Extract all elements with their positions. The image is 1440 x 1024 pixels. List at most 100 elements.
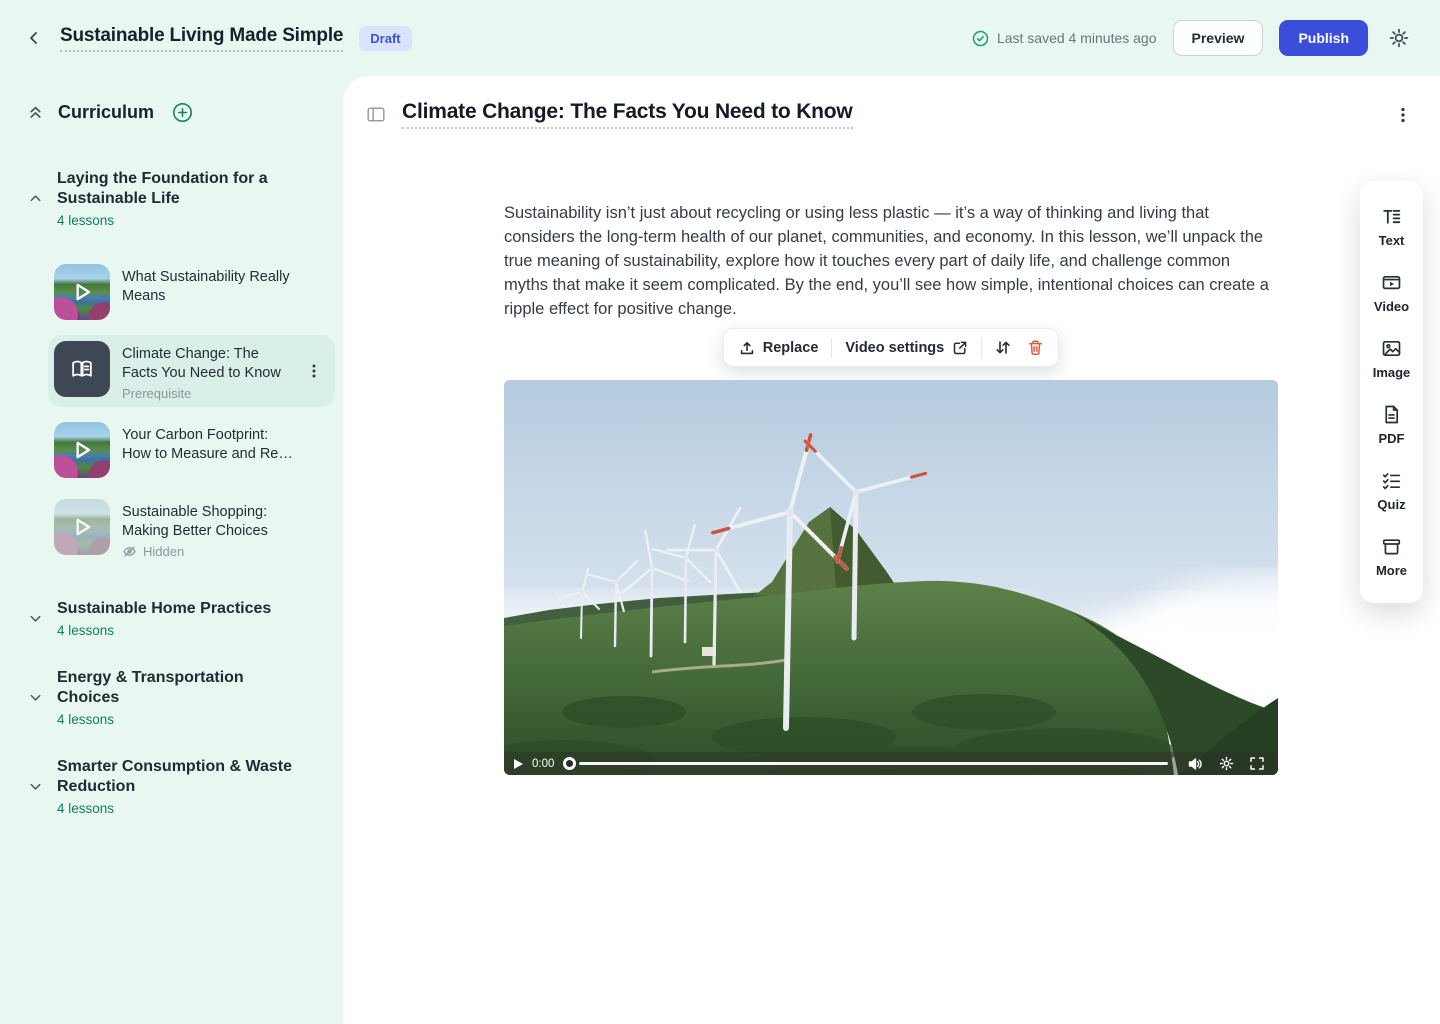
add-section-button[interactable] — [168, 98, 197, 127]
course-title[interactable]: Sustainable Living Made Simple — [60, 25, 343, 52]
trash-icon — [1027, 339, 1044, 356]
lesson-paragraph[interactable]: Sustainability isn’t just about recyclin… — [504, 201, 1278, 321]
lesson-hidden-row: Hidden — [122, 544, 329, 559]
text-icon — [1381, 206, 1402, 227]
palette-label: Image — [1373, 365, 1411, 380]
lesson-title-heading[interactable]: Climate Change: The Facts You Need to Kn… — [402, 100, 853, 129]
pdf-icon — [1381, 404, 1402, 425]
video-frame-windfarm — [504, 380, 1278, 775]
section-meta: 4 lessons — [57, 213, 299, 228]
panel-toggle-button[interactable] — [363, 102, 389, 127]
lesson-options-button[interactable] — [1392, 102, 1414, 128]
chevron-up-icon — [28, 191, 43, 206]
fullscreen-button[interactable] — [1246, 756, 1268, 771]
kebab-vertical-icon — [1396, 106, 1410, 124]
section-titles: Laying the Foundation for a Sustainable … — [57, 169, 299, 228]
section-expand-button[interactable] — [26, 611, 44, 626]
curriculum-section: Sustainable Home Practices 4 lessons — [26, 599, 335, 638]
quiz-icon — [1381, 470, 1402, 491]
preview-button[interactable]: Preview — [1173, 20, 1264, 56]
lesson-title: Climate Change: The Facts You Need to Kn… — [122, 345, 294, 383]
lesson-menu-button[interactable] — [303, 359, 325, 383]
lesson-editor: Climate Change: The Facts You Need to Kn… — [343, 76, 1440, 1024]
video-player[interactable]: 0:00 — [504, 380, 1278, 775]
replace-label: Replace — [763, 340, 819, 356]
palette-image-button[interactable]: Image — [1360, 326, 1423, 392]
double-chevron-up-icon — [27, 104, 44, 121]
video-thumbnail — [54, 422, 110, 478]
collapse-all-button[interactable] — [26, 104, 44, 121]
section-title: Energy & Transportation Choices — [57, 668, 299, 708]
section-title: Smarter Consumption & Waste Reduction — [57, 757, 299, 797]
lesson-badge: Hidden — [143, 544, 184, 559]
section-expand-button[interactable] — [26, 690, 44, 705]
eye-off-icon — [122, 544, 137, 559]
curriculum-header: Curriculum — [26, 98, 335, 127]
play-button[interactable] — [514, 759, 523, 769]
progress-track[interactable] — [579, 762, 1168, 765]
section-expand-button[interactable] — [26, 779, 44, 794]
lesson-item-hidden[interactable]: Sustainable Shopping: Making Better Choi… — [48, 493, 335, 565]
palette-quiz-button[interactable]: Quiz — [1360, 458, 1423, 524]
chevron-down-icon — [28, 690, 43, 705]
gear-icon — [1388, 27, 1410, 49]
plus-circle-icon — [172, 102, 193, 123]
lesson-item[interactable]: Your Carbon Footprint: How to Measure an… — [48, 416, 335, 484]
section-title: Laying the Foundation for a Sustainable … — [57, 169, 299, 209]
lesson-list: What Sustainability Really Means Climate… — [48, 258, 335, 565]
lesson-header: Climate Change: The Facts You Need to Kn… — [343, 76, 1440, 129]
play-outline-icon — [70, 515, 94, 539]
section-title: Sustainable Home Practices — [57, 599, 271, 619]
chevron-down-icon — [28, 779, 43, 794]
lesson-item-selected[interactable]: Climate Change: The Facts You Need to Kn… — [48, 335, 335, 407]
section-meta: 4 lessons — [57, 801, 299, 816]
palette-text-button[interactable]: Text — [1360, 194, 1423, 260]
delete-block-button[interactable] — [1024, 337, 1047, 358]
back-button[interactable] — [22, 26, 46, 50]
settings-button[interactable] — [1384, 23, 1414, 53]
palette-label: Text — [1379, 233, 1405, 248]
toolbar-divider — [831, 338, 832, 358]
lesson-item[interactable]: What Sustainability Really Means — [48, 258, 335, 326]
external-link-icon — [952, 340, 968, 356]
palette-label: PDF — [1379, 431, 1405, 446]
lesson-title: What Sustainability Really Means — [122, 268, 294, 306]
section-titles: Energy & Transportation Choices 4 lesson… — [57, 668, 299, 727]
more-icon — [1381, 536, 1402, 557]
palette-more-button[interactable]: More — [1360, 524, 1423, 590]
video-settings-button[interactable]: Video settings — [841, 338, 972, 358]
save-status: Last saved 4 minutes ago — [972, 30, 1157, 47]
section-meta: 4 lessons — [57, 712, 299, 727]
replace-button[interactable]: Replace — [735, 338, 823, 358]
lesson-body: Climate Change: The Facts You Need to Kn… — [122, 341, 329, 401]
topbar: Sustainable Living Made Simple Draft Las… — [0, 0, 1440, 76]
palette-pdf-button[interactable]: PDF — [1360, 392, 1423, 458]
scrubber-handle[interactable] — [563, 757, 576, 770]
curriculum-title: Curriculum — [58, 102, 154, 123]
lesson-badge: Prerequisite — [122, 386, 329, 401]
volume-button[interactable] — [1185, 757, 1207, 771]
lesson-title: Sustainable Shopping: Making Better Choi… — [122, 503, 294, 541]
reorder-button[interactable] — [991, 337, 1015, 358]
palette-label: More — [1376, 563, 1407, 578]
video-thumbnail — [54, 264, 110, 320]
curriculum-sidebar: Curriculum Laying the Foundation for a S… — [0, 76, 343, 1024]
section-titles: Sustainable Home Practices 4 lessons — [57, 599, 271, 638]
panel-toggle-icon — [367, 106, 385, 123]
sort-arrows-icon — [994, 339, 1012, 356]
block-palette: Text Video Image PDF Quiz More — [1360, 181, 1423, 603]
lesson-body: Sustainable Shopping: Making Better Choi… — [122, 499, 329, 559]
video-controls-bar: 0:00 — [504, 752, 1278, 775]
player-settings-button[interactable] — [1216, 756, 1237, 771]
play-outline-icon — [70, 438, 94, 462]
video-settings-label: Video settings — [845, 340, 944, 356]
lesson-content: Sustainability isn’t just about recyclin… — [504, 201, 1278, 775]
publish-button[interactable]: Publish — [1279, 20, 1368, 56]
topbar-actions: Last saved 4 minutes ago Preview Publish — [972, 20, 1414, 56]
toolbar-divider — [981, 338, 982, 358]
palette-video-button[interactable]: Video — [1360, 260, 1423, 326]
reading-thumbnail — [54, 341, 110, 397]
chevron-left-icon — [26, 30, 42, 46]
section-collapse-button[interactable] — [26, 191, 44, 206]
section-titles: Smarter Consumption & Waste Reduction 4 … — [57, 757, 299, 816]
